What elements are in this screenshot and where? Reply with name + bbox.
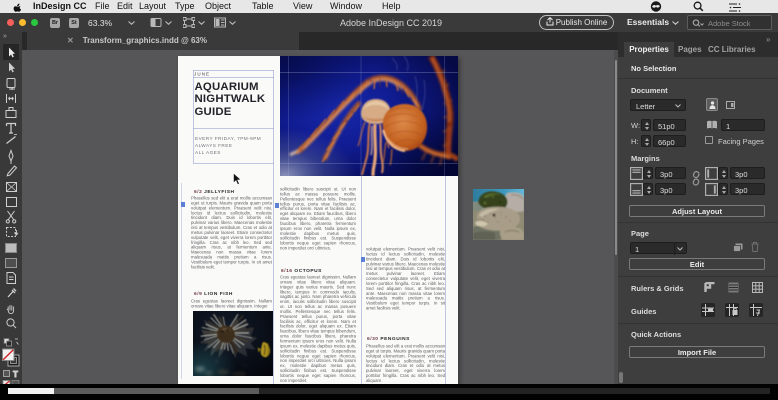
svg-text:T: T [13,370,18,379]
